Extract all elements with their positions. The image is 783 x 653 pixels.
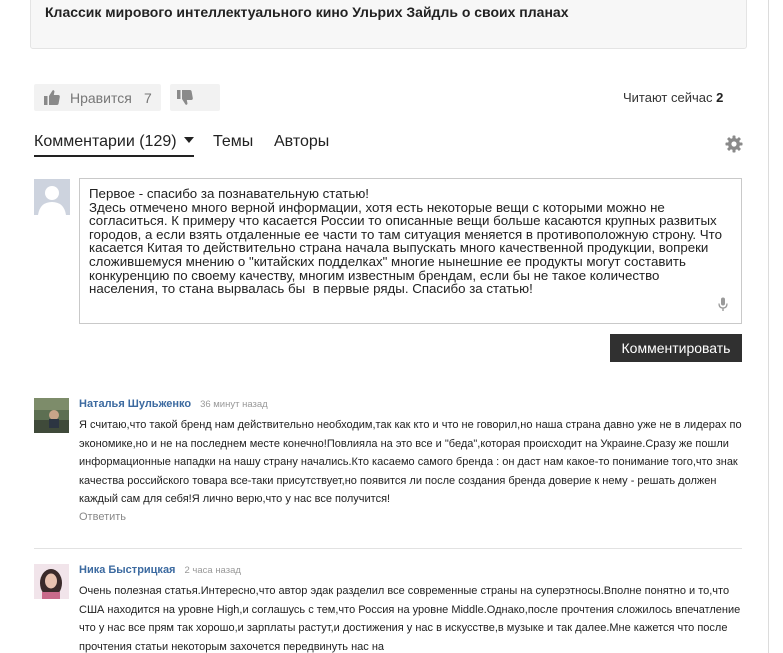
article-title[interactable]: Классик мирового интеллектуального кино …	[45, 4, 568, 20]
comment-author-name[interactable]: Ника Быстрицкая	[79, 564, 175, 576]
scrollbar[interactable]	[768, 0, 783, 653]
thumbs-down-icon	[176, 89, 194, 111]
article-card[interactable]: Классик мирового интеллектуального кино …	[30, 0, 747, 49]
microphone-icon[interactable]	[718, 297, 728, 317]
caret-down-icon	[183, 137, 194, 143]
submit-comment-button[interactable]: Комментировать	[610, 334, 742, 362]
comment-textarea[interactable]: Первое - спасибо за познавательную стать…	[79, 178, 742, 324]
comment-text: Очень полезная статья.Интересно,что авто…	[79, 585, 741, 653]
gear-icon[interactable]	[725, 135, 743, 158]
reply-link[interactable]: Ответить	[79, 511, 126, 523]
tab-comments-label: Комментарии (129)	[34, 133, 177, 150]
dislike-button[interactable]	[170, 84, 220, 111]
divider	[34, 548, 742, 549]
avatar[interactable]	[34, 564, 69, 599]
comment-author[interactable]: Наталья Шульженко 36 минут назад	[79, 398, 268, 410]
comment-author[interactable]: Ника Быстрицкая 2 часа назад	[79, 564, 241, 576]
comment-item: Ника Быстрицкая 2 часа назад Очень полезн…	[34, 564, 742, 653]
thumbs-up-icon	[43, 89, 61, 111]
reading-now: Читают сейчас 2	[623, 90, 723, 105]
comment-text: Я считаю,что такой бренд нам действитель…	[79, 419, 742, 505]
tab-authors[interactable]: Авторы	[274, 133, 329, 151]
comment-item: Наталья Шульженко 36 минут назад Я считаю…	[34, 398, 742, 538]
comment-timestamp: 36 минут назад	[200, 399, 268, 410]
tab-comments[interactable]: Комментарии (129)	[34, 133, 194, 157]
avatar[interactable]	[34, 398, 69, 433]
like-label: Нравится	[70, 90, 132, 106]
like-button[interactable]: Нравится 7	[34, 84, 161, 111]
tab-topics[interactable]: Темы	[213, 133, 253, 151]
reading-now-label: Читают сейчас	[623, 90, 713, 105]
comment-timestamp: 2 часа назад	[184, 565, 241, 576]
user-avatar	[34, 179, 70, 215]
reading-now-count: 2	[716, 90, 724, 105]
comment-author-name[interactable]: Наталья Шульженко	[79, 398, 191, 410]
like-count: 7	[144, 90, 152, 106]
